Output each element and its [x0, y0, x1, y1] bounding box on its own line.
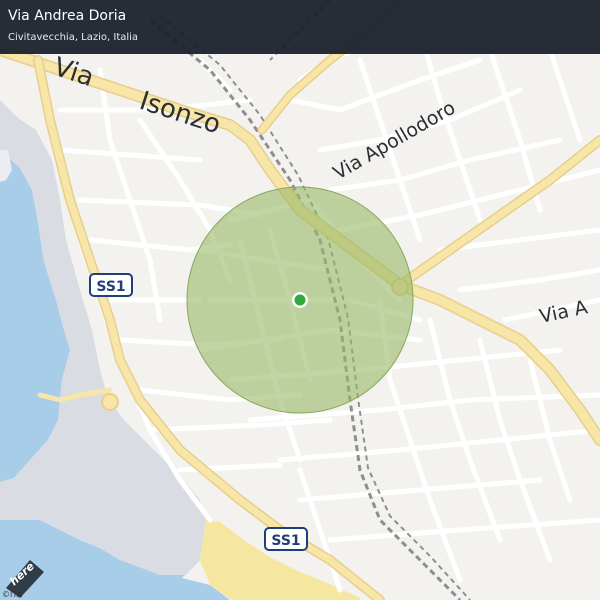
route-shield-icon: SS1 [89, 273, 133, 297]
copyright-text: ©ITA [2, 590, 23, 599]
street-name: Via Andrea Doria [8, 8, 127, 24]
route-shield-ss1-upper: SS1 [96, 279, 125, 295]
map-canvas[interactable]: Via Isonzo Via Apollodoro Via A SS1 SS1 … [0, 0, 600, 600]
route-shield-ss1-lower: SS1 [271, 533, 300, 549]
location-header: Via Andrea Doria Civitavecchia, Lazio, I… [0, 0, 600, 54]
location-dot-icon[interactable] [292, 292, 308, 308]
route-shield-icon: SS1 [264, 527, 308, 551]
place-name: Civitavecchia, Lazio, Italia [8, 32, 139, 43]
